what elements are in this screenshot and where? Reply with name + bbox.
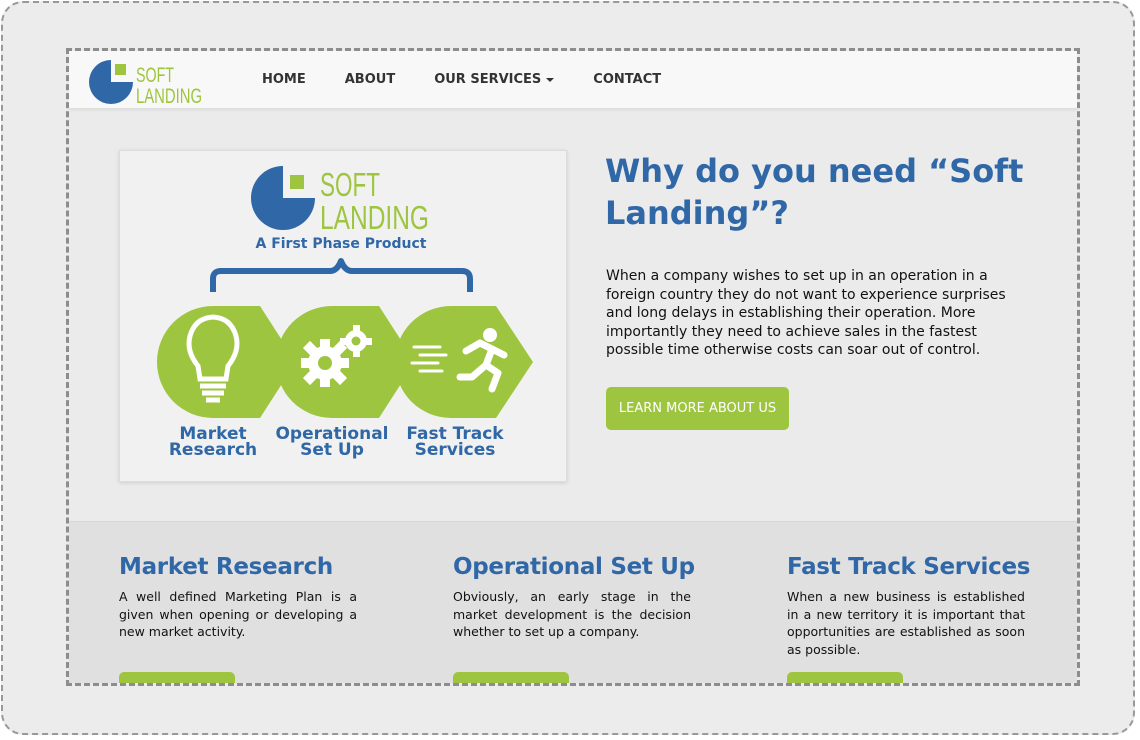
screenshot-outer-frame: SOFT LANDING HOME ABOUT OUR SERVICES CON… xyxy=(1,1,1135,735)
feature-market-research: Market Research A well defined Marketing… xyxy=(119,552,369,641)
hero-illustration: SOFT LANDING A First Phase Product Marke… xyxy=(157,166,533,460)
logo-green-square xyxy=(115,64,126,75)
step-label-operational-line2: Set Up xyxy=(300,440,364,460)
logo-blue-circle xyxy=(89,60,133,104)
hero-logo-soft: SOFT xyxy=(320,166,380,203)
nav-home[interactable]: HOME xyxy=(262,72,306,87)
feature-operational-set-up: Operational Set Up Obviously, an early s… xyxy=(453,552,703,641)
brand-logo[interactable]: SOFT LANDING xyxy=(87,58,217,106)
logo-text-landing: LANDING xyxy=(136,85,202,106)
learn-more-button[interactable]: LEARN MORE ABOUT US xyxy=(606,387,789,430)
navbar: SOFT LANDING HOME ABOUT OUR SERVICES CON… xyxy=(69,51,1077,109)
hero-logo-landing: LANDING xyxy=(320,199,429,236)
feature-fast-track-services: Fast Track Services When a new business … xyxy=(787,552,1037,658)
feature-title: Operational Set Up xyxy=(453,554,695,580)
feature-text: A well defined Marketing Plan is a given… xyxy=(119,589,357,639)
nav-contact-label: CONTACT xyxy=(593,72,662,87)
feature-title: Fast Track Services xyxy=(787,554,1031,580)
nav-contact[interactable]: CONTACT xyxy=(593,72,661,87)
hero-tagline: A First Phase Product xyxy=(255,236,426,252)
hero-image-card: SOFT LANDING A First Phase Product Marke… xyxy=(119,150,567,482)
feature-title: Market Research xyxy=(119,554,334,580)
nav-our-services[interactable]: OUR SERVICES xyxy=(434,72,555,87)
nav-about-label: ABOUT xyxy=(344,72,396,87)
nav-about[interactable]: ABOUT xyxy=(345,72,395,87)
step-label-market-line2: Research xyxy=(169,440,257,460)
nav-our-services-label: OUR SERVICES xyxy=(434,72,542,87)
hero-bracket xyxy=(210,258,473,292)
feature-operational-button[interactable] xyxy=(453,672,569,683)
hero-title: Why do you need “Soft Landing”? xyxy=(605,152,1024,232)
hero-logo-circle xyxy=(251,166,315,230)
logo-text-soft: SOFT xyxy=(136,64,174,87)
caret-down-icon xyxy=(546,77,555,82)
learn-more-button-label: LEARN MORE ABOUT US xyxy=(618,401,777,416)
nav-links: HOME ABOUT OUR SERVICES CONTACT xyxy=(262,51,700,108)
hero-logo-square xyxy=(290,175,304,189)
feature-fast-track-button[interactable] xyxy=(787,672,903,683)
feature-market-research-button[interactable] xyxy=(119,672,235,683)
hero-description: When a company wishes to set up in an op… xyxy=(606,268,1006,358)
step-label-fasttrack-line2: Services xyxy=(415,440,496,460)
browser-viewport: SOFT LANDING HOME ABOUT OUR SERVICES CON… xyxy=(66,48,1080,686)
features-section: Market Research A well defined Marketing… xyxy=(69,521,1077,683)
feature-text: When a new business is established in a … xyxy=(787,589,1025,657)
nav-home-label: HOME xyxy=(262,72,306,87)
feature-text: Obviously, an early stage in the market … xyxy=(453,589,691,639)
